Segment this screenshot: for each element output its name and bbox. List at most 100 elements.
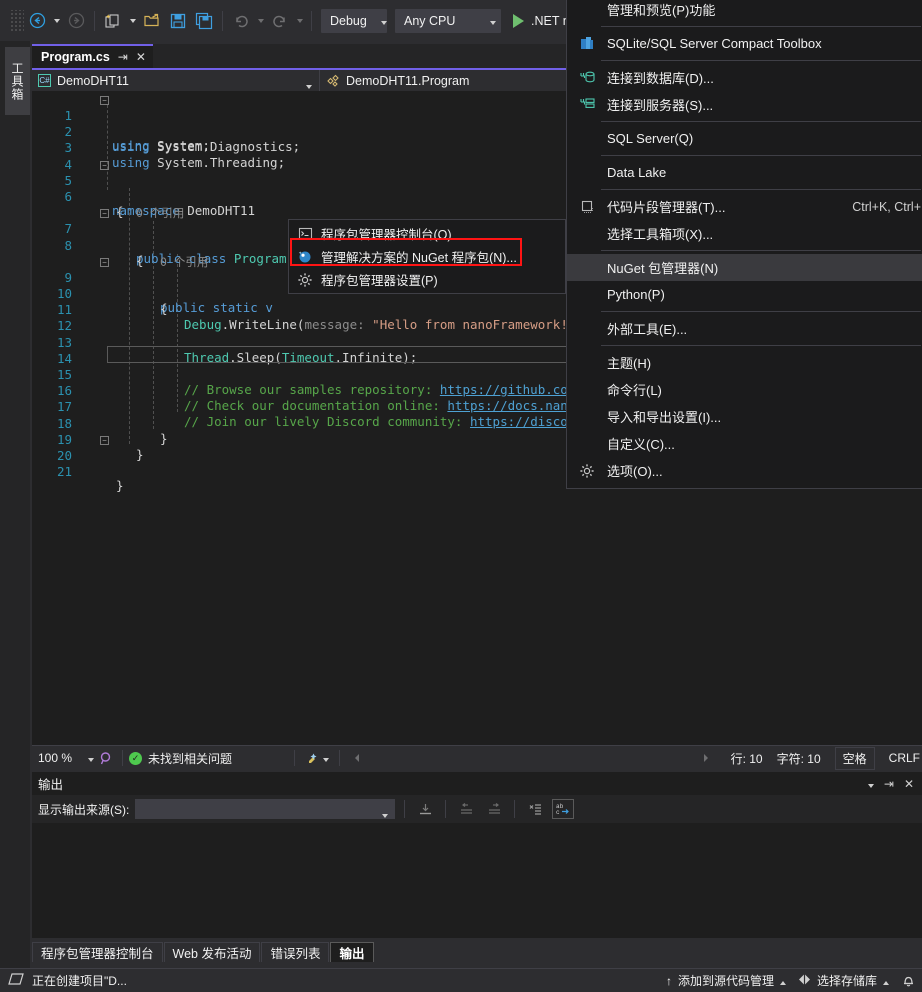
submenu-item-package-manager-console[interactable]: 程序包管理器控制台(O) [289, 222, 565, 245]
next-message-icon[interactable] [483, 799, 505, 819]
output-text-body[interactable] [32, 823, 922, 938]
output-pane-header: 输出 ⇥ ✕ [32, 772, 922, 795]
menu-item-sqlite-toolbox[interactable]: SQLite/SQL Server Compact Toolbox [567, 30, 922, 57]
back-history-dropdown[interactable] [50, 8, 63, 34]
word-wrap-icon[interactable]: ab c [552, 799, 575, 819]
visual-studio-window: Debug Any CPU .NET nanoFram 工具箱 Program.… [0, 0, 922, 992]
code-cleanup-icon[interactable] [301, 748, 323, 768]
menu-separator [601, 189, 921, 190]
project-selector-combo[interactable]: C# DemoDHT11 [32, 70, 320, 91]
menu-item-label: 主题(H) [607, 356, 652, 371]
tools-menu-dropdown[interactable]: 管理和预览(P)功能 SQLite/SQL Server Compact Too… [566, 0, 922, 489]
fold-toggle-icon[interactable]: − [100, 96, 109, 105]
bottom-pane-tab-strip: 程序包管理器控制台 Web 发布活动 错误列表 输出 [32, 940, 375, 962]
submenu-item-package-manager-settings[interactable]: 程序包管理器设置(P) [289, 268, 565, 291]
menu-item-theme[interactable]: 主题(H) [567, 349, 922, 376]
editor-status-strip: 100 % ✓ 未找到相关问题 行: 10 字符: 10 空格 CRLF [32, 745, 922, 770]
menu-separator [601, 60, 921, 61]
intellicode-icon[interactable] [94, 748, 116, 768]
zoom-level-combo[interactable]: 100 % [32, 751, 94, 765]
build-configuration-value: Debug [330, 13, 367, 28]
menu-item-label: 导入和导出设置(I)... [607, 410, 722, 425]
close-icon[interactable]: ✕ [904, 777, 914, 791]
tab-web-publish-activity[interactable]: Web 发布活动 [163, 942, 261, 962]
close-icon[interactable]: ✕ [136, 51, 146, 63]
forward-arrow-icon[interactable] [63, 8, 89, 34]
menu-item-shortcut: Ctrl+K, Ctrl+ [852, 199, 921, 214]
menu-item-label: 外部工具(E)... [607, 322, 688, 337]
output-source-combo[interactable] [135, 799, 396, 819]
pin-icon[interactable]: ⇥ [118, 51, 128, 63]
redo-icon[interactable] [267, 8, 293, 34]
build-configuration-combo[interactable]: Debug [321, 8, 387, 33]
expand-right-icon[interactable] [695, 748, 717, 768]
undo-dropdown[interactable] [254, 8, 267, 34]
toolbar-grip[interactable] [10, 9, 24, 32]
menu-item-label: 管理和预览(P)功能 [607, 3, 716, 18]
menu-item-external-tools[interactable]: 外部工具(E)... [567, 315, 922, 342]
menu-item-command-line[interactable]: 命令行(L) [567, 376, 922, 403]
clear-all-icon[interactable] [524, 799, 546, 819]
indentation-indicator[interactable]: 空格 [834, 746, 875, 770]
previous-message-icon[interactable] [455, 799, 477, 819]
fold-toggle-icon[interactable]: − [100, 160, 109, 170]
issue-status[interactable]: ✓ 未找到相关问题 [129, 750, 232, 767]
notification-bell-icon[interactable] [901, 973, 916, 988]
menu-item-connect-to-database[interactable]: 连接到数据库(D)... [567, 64, 922, 91]
submenu-item-manage-nuget-packages-for-solution[interactable]: 管理解决方案的 NuGet 程序包(N)... [289, 245, 565, 268]
svg-text:c: c [556, 809, 560, 816]
menu-item-nuget-package-manager[interactable]: NuGet 包管理器(N) [567, 254, 922, 281]
check-circle-icon: ✓ [129, 751, 142, 765]
build-platform-combo[interactable]: Any CPU [395, 8, 501, 33]
document-tab-program-cs[interactable]: Program.cs ⇥ ✕ [32, 44, 153, 68]
menu-item-manage-preview-features[interactable]: 管理和预览(P)功能 [567, 0, 922, 23]
tab-error-list[interactable]: 错误列表 [261, 942, 330, 962]
fold-toggle-icon[interactable]: − [100, 209, 109, 219]
select-repository-button[interactable]: 选择存储库 [798, 972, 889, 989]
line-ending-indicator[interactable]: CRLF [889, 751, 920, 765]
issue-status-text: 未找到相关问题 [148, 751, 233, 766]
nuget-submenu[interactable]: 程序包管理器控制台(O) 管理解决方案的 NuGet 程序包(N)... 程序包… [288, 219, 566, 294]
menu-item-data-lake[interactable]: Data Lake [567, 159, 922, 186]
menu-item-choose-toolbox-items[interactable]: 选择工具箱项(X)... [567, 220, 922, 247]
project-selector-value: DemoDHT11 [57, 73, 130, 88]
menu-item-options[interactable]: 选项(O)... [567, 457, 922, 484]
back-arrow-icon[interactable] [24, 8, 50, 34]
menu-item-import-export-settings[interactable]: 导入和导出设置(I)... [567, 403, 922, 430]
new-item-dropdown[interactable] [126, 8, 139, 34]
sqlite-toolbox-icon [567, 35, 607, 52]
repository-icon [798, 973, 811, 989]
code-cleanup-dropdown[interactable] [323, 751, 330, 765]
menu-item-python[interactable]: Python(P) [567, 281, 922, 308]
menu-separator [601, 345, 921, 346]
type-selector-combo[interactable]: DemoDHT11.Program [320, 70, 602, 91]
chevron-down-icon[interactable] [867, 777, 874, 791]
save-icon[interactable] [165, 8, 191, 34]
save-all-icon[interactable] [191, 8, 217, 34]
open-folder-icon[interactable] [139, 8, 165, 34]
menu-item-code-snippets-manager[interactable]: 代码片段管理器(T)... Ctrl+K, Ctrl+ [567, 193, 922, 220]
code-snippet-icon [567, 199, 607, 214]
menu-item-label: Python(P) [607, 287, 665, 302]
cursor-line-indicator: 行: 10 [730, 751, 763, 766]
fold-toggle-icon[interactable]: − [100, 257, 109, 267]
new-item-icon[interactable] [100, 8, 126, 34]
output-source-label: 显示输出来源(S): [38, 802, 130, 817]
go-to-message-icon[interactable] [414, 799, 436, 819]
tab-output[interactable]: 输出 [330, 942, 374, 962]
nuget-icon [289, 249, 321, 265]
sidebar-item-toolbox[interactable]: 工具箱 [5, 47, 30, 115]
document-tab-title: Program.cs [41, 50, 110, 64]
menu-separator [601, 26, 921, 27]
output-pane: 输出 ⇥ ✕ 显示输出来源(S): ab c [32, 772, 922, 938]
pin-icon[interactable]: ⇥ [884, 777, 894, 791]
menu-item-sql-server[interactable]: SQL Server(Q) [567, 125, 922, 152]
tab-package-manager-console[interactable]: 程序包管理器控制台 [32, 942, 163, 962]
collapse-left-icon[interactable] [346, 748, 368, 768]
add-to-source-control-button[interactable]: ↑ 添加到源代码管理 [666, 972, 786, 989]
menu-item-connect-to-server[interactable]: 连接到服务器(S)... [567, 91, 922, 118]
undo-icon[interactable] [228, 8, 254, 34]
redo-dropdown[interactable] [293, 8, 306, 34]
menu-item-customize[interactable]: 自定义(C)... [567, 430, 922, 457]
fold-toggle-icon[interactable]: − [100, 435, 109, 445]
